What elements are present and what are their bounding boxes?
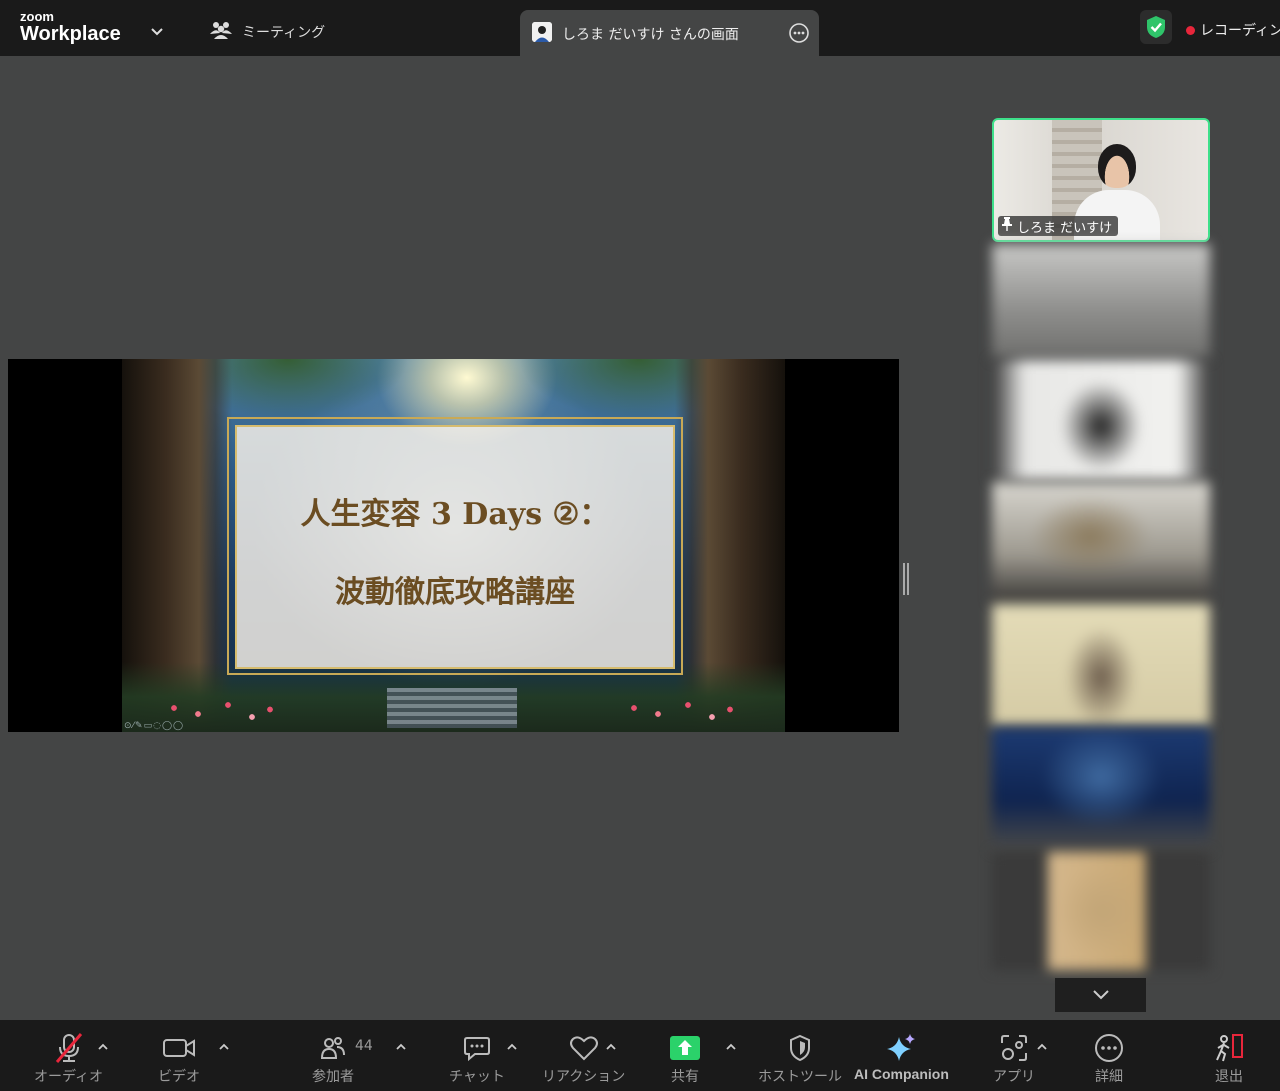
participant-video-tile[interactable] bbox=[992, 360, 1210, 480]
chat-button[interactable]: チャット bbox=[449, 1032, 505, 1086]
more-dots-icon bbox=[1094, 1032, 1124, 1064]
slide-title-line2: 波動徹底攻略講座 bbox=[335, 575, 575, 610]
sharer-avatar bbox=[532, 22, 552, 42]
participants-label: 参加者 bbox=[312, 1069, 354, 1085]
reactions-label: リアクション bbox=[542, 1069, 626, 1085]
presentation-slide: 人生変容 3 Days ②： 波動徹底攻略講座 ⊙⁄✎▭◌◯◯ bbox=[122, 359, 785, 732]
participants-icon bbox=[320, 1032, 346, 1064]
apps-label: アプリ bbox=[993, 1069, 1035, 1085]
share-screen-icon bbox=[669, 1032, 701, 1064]
more-button[interactable]: 詳細 bbox=[1094, 1032, 1124, 1086]
ai-companion-button[interactable]: AI Companion bbox=[854, 1032, 949, 1082]
ai-companion-label: AI Companion bbox=[854, 1066, 949, 1082]
video-label: ビデオ bbox=[158, 1069, 200, 1085]
participant-name: しろま だいすけ bbox=[1017, 220, 1113, 236]
participant-video-tile[interactable] bbox=[992, 244, 1210, 358]
chevron-down-icon bbox=[1092, 990, 1109, 1000]
apps-options-caret-icon[interactable] bbox=[1036, 1042, 1048, 1052]
shield-icon bbox=[788, 1032, 812, 1064]
share-label: 共有 bbox=[671, 1069, 699, 1085]
leave-button[interactable]: 退出 bbox=[1213, 1032, 1245, 1086]
slide-background-flowers-right bbox=[622, 696, 742, 726]
video-options-caret-icon[interactable] bbox=[218, 1042, 230, 1052]
meeting-toolbar: オーディオ ビデオ 参加者 44 チャット リアクション 共有 ホストツール A… bbox=[0, 1020, 1280, 1091]
heart-icon bbox=[569, 1032, 599, 1064]
participant-video-tile[interactable] bbox=[992, 604, 1210, 726]
logo-small-text: zoom bbox=[20, 9, 54, 24]
video-button[interactable]: ビデオ bbox=[158, 1032, 200, 1086]
share-tab-title: しろま だいすけ さんの画面 bbox=[562, 27, 739, 43]
audio-button[interactable]: オーディオ bbox=[34, 1032, 103, 1086]
sparkle-icon bbox=[885, 1032, 917, 1064]
host-tools-button[interactable]: ホストツール bbox=[758, 1032, 842, 1086]
participant-name-label: しろま だいすけ bbox=[998, 216, 1119, 236]
top-bar: zoom Workplace ミーティング しろま だいすけ さんの画面 レコー… bbox=[0, 0, 1280, 56]
recording-dot-icon bbox=[1186, 25, 1195, 35]
meeting-label: ミーティング bbox=[242, 25, 326, 41]
share-button[interactable]: 共有 bbox=[669, 1032, 701, 1086]
active-speaker-tile[interactable]: しろま だいすけ bbox=[992, 118, 1210, 242]
chat-bubble-icon bbox=[463, 1032, 491, 1064]
reactions-options-caret-icon[interactable] bbox=[605, 1042, 617, 1052]
shared-screen[interactable]: 人生変容 3 Days ②： 波動徹底攻略講座 ⊙⁄✎▭◌◯◯ bbox=[8, 359, 899, 732]
host-tools-label: ホストツール bbox=[758, 1069, 842, 1085]
slide-title-box: 人生変容 3 Days ②： 波動徹底攻略講座 bbox=[235, 425, 675, 669]
logo-large-text: Workplace bbox=[20, 23, 121, 45]
participants-count: 44 bbox=[355, 1038, 373, 1054]
chevron-down-icon[interactable] bbox=[150, 22, 164, 41]
resize-handle[interactable] bbox=[903, 563, 909, 595]
participants-button[interactable]: 参加者 bbox=[312, 1032, 354, 1086]
chat-options-caret-icon[interactable] bbox=[506, 1042, 518, 1052]
audio-options-caret-icon[interactable] bbox=[97, 1042, 109, 1052]
security-shield-icon[interactable] bbox=[1140, 10, 1172, 44]
more-options-icon[interactable] bbox=[788, 22, 810, 48]
recording-indicator[interactable]: レコーディング bbox=[1186, 20, 1280, 40]
share-options-caret-icon[interactable] bbox=[725, 1042, 737, 1052]
participants-options-caret-icon[interactable] bbox=[395, 1042, 407, 1052]
leave-door-icon bbox=[1213, 1032, 1245, 1064]
zoom-workplace-logo: zoom Workplace bbox=[20, 10, 121, 44]
meeting-button[interactable]: ミーティング bbox=[210, 20, 325, 44]
pin-icon bbox=[1002, 217, 1012, 235]
slide-title-line1: 人生変容 3 Days ②： bbox=[300, 497, 610, 532]
more-label: 詳細 bbox=[1095, 1069, 1123, 1085]
slide-annotation-tools[interactable]: ⊙⁄✎▭◌◯◯ bbox=[124, 721, 184, 731]
leave-label: 退出 bbox=[1215, 1069, 1243, 1085]
apps-button[interactable]: アプリ bbox=[993, 1032, 1035, 1086]
reactions-button[interactable]: リアクション bbox=[542, 1032, 625, 1086]
participant-video-tile[interactable] bbox=[992, 852, 1210, 970]
audio-label: オーディオ bbox=[34, 1069, 104, 1085]
chat-label: チャット bbox=[449, 1069, 505, 1085]
participant-video-tile[interactable] bbox=[992, 482, 1210, 602]
participant-video-tile[interactable] bbox=[992, 728, 1210, 850]
slide-background-stairs bbox=[387, 688, 517, 728]
camera-icon bbox=[162, 1032, 196, 1064]
apps-icon bbox=[1000, 1032, 1028, 1064]
gallery-scroll-down-button[interactable] bbox=[1055, 978, 1146, 1012]
screen-share-tab[interactable]: しろま だいすけ さんの画面 bbox=[520, 10, 819, 56]
people-icon bbox=[210, 20, 232, 44]
speaker-head bbox=[1098, 144, 1136, 188]
recording-label: レコーディング bbox=[1200, 23, 1280, 39]
microphone-muted-icon bbox=[53, 1032, 85, 1064]
